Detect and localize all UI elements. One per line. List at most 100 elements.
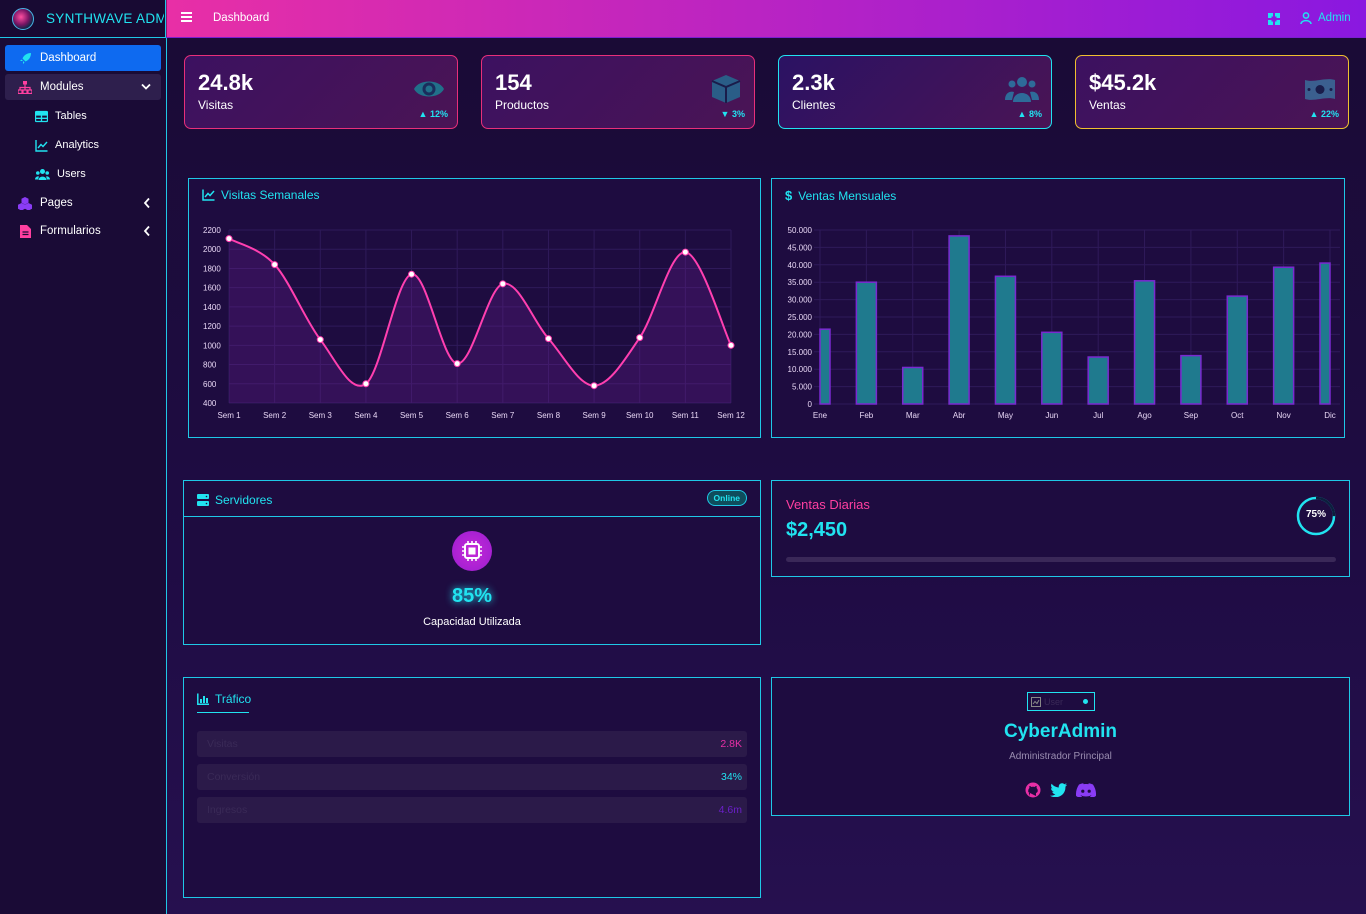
sidebar-item-label: Formularios xyxy=(40,225,101,237)
card-title: Servidores xyxy=(197,493,272,507)
breadcrumb[interactable]: Dashboard xyxy=(213,12,269,24)
y-tick-label: 30.000 xyxy=(788,296,813,305)
x-tick-label: Sem 8 xyxy=(537,411,561,420)
y-tick-label: 0 xyxy=(808,400,813,409)
file-icon xyxy=(18,224,32,238)
expand-icon[interactable] xyxy=(1268,13,1280,25)
data-point xyxy=(316,336,324,344)
y-tick-label: 1400 xyxy=(203,303,221,312)
data-point xyxy=(727,341,735,349)
stat-card-clientes[interactable]: 2.3k Clientes ▲ 8% xyxy=(778,55,1052,129)
sidebar-item-modules[interactable]: Modules xyxy=(5,74,161,100)
discord-icon[interactable] xyxy=(1076,783,1096,797)
card-title: Tráfico xyxy=(197,692,251,706)
capacity-percent: 85% xyxy=(451,585,493,607)
monthly-sales-chart: 0 5.000 10.000 15.000 20.000 25.000 30.000 35.0… xyxy=(788,226,1340,420)
title-underline xyxy=(197,712,249,713)
brand[interactable]: SYNTHWAVE ADMIN xyxy=(0,0,166,38)
sidebar-subitem-users[interactable]: Users xyxy=(35,164,86,184)
chart-line-icon xyxy=(35,139,48,152)
bar xyxy=(819,328,831,405)
sidebar-item-dashboard[interactable]: Dashboard xyxy=(5,45,161,71)
y-tick-label: 1600 xyxy=(203,284,221,293)
sidebar-item-formularios[interactable]: Formularios xyxy=(5,218,161,244)
sidebar-subitem-tables[interactable]: Tables xyxy=(35,106,87,126)
data-point xyxy=(453,360,461,368)
x-tick-label: Ene xyxy=(813,411,828,420)
data-point xyxy=(499,280,507,288)
microchip-icon xyxy=(452,531,492,571)
users-icon xyxy=(1005,77,1039,102)
profile-name: CyberAdmin xyxy=(1004,721,1117,742)
bar xyxy=(1319,262,1331,405)
sidebar-subitem-analytics[interactable]: Analytics xyxy=(35,135,99,155)
area-fill xyxy=(229,238,731,403)
weekly-visits-card: Visitas Semanales 400 600 800 1000 1200 1400 1… xyxy=(188,178,761,438)
y-tick-label: 2000 xyxy=(203,245,221,254)
progress-track xyxy=(786,557,1336,562)
server-icon xyxy=(197,494,209,506)
y-tick-label: 10.000 xyxy=(788,365,813,374)
x-tick-label: Sem 9 xyxy=(583,411,607,420)
main-content: 24.8k Visitas ▲ 12% 154 Productos ▼ 3% 2… xyxy=(167,38,1366,914)
y-tick-label: 15.000 xyxy=(788,348,813,357)
y-tick-label: 1000 xyxy=(203,341,221,350)
github-icon[interactable] xyxy=(1025,782,1041,798)
sidebar-item-label: Modules xyxy=(40,81,84,93)
x-tick-label: Dic xyxy=(1324,411,1336,420)
trend-badge: ▲ 8% xyxy=(1017,109,1042,119)
y-tick-label: 35.000 xyxy=(788,278,813,287)
data-point xyxy=(408,270,416,278)
stat-card-productos[interactable]: 154 Productos ▼ 3% xyxy=(481,55,755,129)
sidebar-subitem-label: Tables xyxy=(55,110,87,122)
x-tick-label: Sem 2 xyxy=(263,411,287,420)
y-tick-label: 1800 xyxy=(203,264,221,273)
bar xyxy=(1041,331,1063,405)
bar xyxy=(901,366,924,405)
stat-label: Productos xyxy=(495,98,550,112)
x-tick-label: Abr xyxy=(953,411,966,420)
x-tick-label: Feb xyxy=(859,411,873,420)
traffic-row: Ingresos 4.6m xyxy=(197,797,747,823)
y-tick-label: 400 xyxy=(203,399,217,408)
user-icon xyxy=(1300,12,1312,24)
bar xyxy=(855,281,878,405)
cubes-icon xyxy=(18,196,32,210)
user-name: Admin xyxy=(1318,12,1351,24)
x-tick-label: Sem 4 xyxy=(354,411,378,420)
trend-badge: ▲ 22% xyxy=(1309,109,1339,119)
x-tick-label: Nov xyxy=(1277,411,1291,420)
stat-card-ventas[interactable]: $45.2k Ventas ▲ 22% xyxy=(1075,55,1349,129)
sidebar: Dashboard Modules Tables Analytics Users… xyxy=(0,38,167,914)
sidebar-item-pages[interactable]: Pages xyxy=(5,190,161,216)
avatar: User xyxy=(1027,692,1095,711)
user-menu[interactable]: Admin xyxy=(1300,12,1351,24)
bar xyxy=(1226,295,1249,405)
traffic-row: Visitas 2.8K xyxy=(197,731,747,757)
monthly-sales-card: $ Ventas Mensuales 0 5.000 10.000 15.000 20.… xyxy=(771,178,1345,438)
x-tick-label: Sem 10 xyxy=(626,411,654,420)
arrow-up-icon: ▲ xyxy=(1309,109,1319,119)
stat-value: 154 xyxy=(495,70,532,95)
box-icon xyxy=(711,75,741,103)
chart-bar-icon xyxy=(197,693,209,705)
stat-value: 2.3k xyxy=(792,70,835,95)
data-point xyxy=(636,334,644,342)
sitemap-icon xyxy=(18,80,32,94)
traffic-card: Tráfico Visitas 2.8K Conversión 34% Ingr… xyxy=(183,677,761,898)
stat-card-visitas[interactable]: 24.8k Visitas ▲ 12% xyxy=(184,55,458,129)
twitter-icon[interactable] xyxy=(1050,783,1067,797)
data-point xyxy=(362,380,370,388)
trend-badge: ▼ 3% xyxy=(720,109,745,119)
y-tick-label: 40.000 xyxy=(788,261,813,270)
stat-label: Clientes xyxy=(792,98,836,112)
sidebar-subitem-label: Analytics xyxy=(55,139,100,151)
x-tick-label: Sem 1 xyxy=(217,411,241,420)
y-tick-label: 45.000 xyxy=(788,243,813,252)
stat-value: 24.8k xyxy=(198,70,254,95)
y-tick-label: 5.000 xyxy=(792,383,813,392)
bars-icon[interactable] xyxy=(181,12,192,22)
top-navbar: SYNTHWAVE ADMIN Dashboard Admin xyxy=(0,0,1366,38)
x-tick-label: Ago xyxy=(1137,411,1152,420)
x-tick-label: Mar xyxy=(906,411,920,420)
